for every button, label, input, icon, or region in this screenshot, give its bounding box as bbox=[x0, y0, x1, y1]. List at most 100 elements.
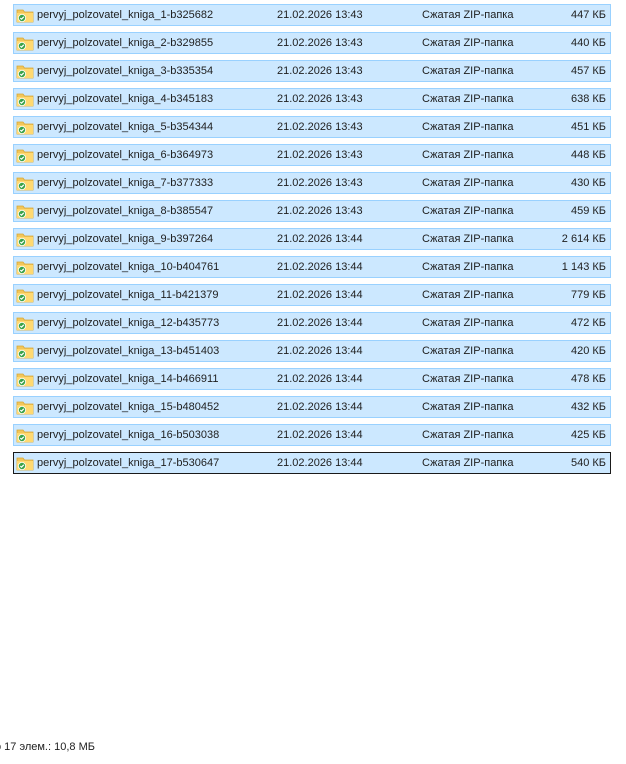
file-size: 457 КБ bbox=[570, 65, 606, 77]
file-row[interactable]: pervyj_polzovatel_kniga_3-b335354 21.02.… bbox=[13, 60, 611, 82]
file-date-modified: 21.02.2026 13:43 bbox=[277, 9, 363, 21]
file-name: pervyj_polzovatel_kniga_10-b404761 bbox=[37, 261, 220, 273]
file-type: Сжатая ZIP-папка bbox=[422, 9, 514, 21]
file-type: Сжатая ZIP-папка bbox=[422, 373, 514, 385]
file-date-modified: 21.02.2026 13:44 bbox=[277, 345, 363, 357]
file-type: Сжатая ZIP-папка bbox=[422, 429, 514, 441]
file-size: 451 КБ bbox=[570, 121, 606, 133]
file-row[interactable]: pervyj_polzovatel_kniga_12-b435773 21.02… bbox=[13, 312, 611, 334]
file-date-modified: 21.02.2026 13:43 bbox=[277, 177, 363, 189]
file-size: 478 КБ bbox=[570, 373, 606, 385]
file-type: Сжатая ZIP-папка bbox=[422, 65, 514, 77]
file-date-modified: 21.02.2026 13:44 bbox=[277, 457, 363, 469]
file-date-modified: 21.02.2026 13:43 bbox=[277, 205, 363, 217]
zip-folder-icon bbox=[16, 344, 34, 359]
file-row[interactable]: pervyj_polzovatel_kniga_15-b480452 21.02… bbox=[13, 396, 611, 418]
file-row[interactable]: pervyj_polzovatel_kniga_10-b404761 21.02… bbox=[13, 256, 611, 278]
file-row[interactable]: pervyj_polzovatel_kniga_8-b385547 21.02.… bbox=[13, 200, 611, 222]
file-row[interactable]: pervyj_polzovatel_kniga_9-b397264 21.02.… bbox=[13, 228, 611, 250]
file-date-modified: 21.02.2026 13:43 bbox=[277, 93, 363, 105]
file-list: pervyj_polzovatel_kniga_1-b325682 21.02.… bbox=[13, 4, 611, 480]
file-name: pervyj_polzovatel_kniga_9-b397264 bbox=[37, 233, 214, 245]
zip-folder-icon bbox=[16, 400, 34, 415]
file-type: Сжатая ZIP-папка bbox=[422, 289, 514, 301]
file-date-modified: 21.02.2026 13:44 bbox=[277, 289, 363, 301]
file-size: 779 КБ bbox=[570, 289, 606, 301]
file-name: pervyj_polzovatel_kniga_13-b451403 bbox=[37, 345, 220, 357]
file-type: Сжатая ZIP-папка bbox=[422, 457, 514, 469]
file-type: Сжатая ZIP-папка bbox=[422, 93, 514, 105]
file-size: 448 КБ bbox=[570, 149, 606, 161]
file-name: pervyj_polzovatel_kniga_15-b480452 bbox=[37, 401, 220, 413]
file-name: pervyj_polzovatel_kniga_7-b377333 bbox=[37, 177, 214, 189]
file-date-modified: 21.02.2026 13:44 bbox=[277, 429, 363, 441]
file-row[interactable]: pervyj_polzovatel_kniga_4-b345183 21.02.… bbox=[13, 88, 611, 110]
file-name: pervyj_polzovatel_kniga_6-b364973 bbox=[37, 149, 214, 161]
zip-folder-icon bbox=[16, 92, 34, 107]
status-bar: о 17 элем.: 10,8 МБ bbox=[0, 735, 626, 764]
file-type: Сжатая ZIP-папка bbox=[422, 261, 514, 273]
file-type: Сжатая ZIP-папка bbox=[422, 37, 514, 49]
file-size: 430 КБ bbox=[570, 177, 606, 189]
zip-folder-icon bbox=[16, 8, 34, 23]
zip-folder-icon bbox=[16, 288, 34, 303]
file-name: pervyj_polzovatel_kniga_5-b354344 bbox=[37, 121, 214, 133]
file-size: 420 КБ bbox=[570, 345, 606, 357]
file-name: pervyj_polzovatel_kniga_1-b325682 bbox=[37, 9, 214, 21]
file-size: 459 КБ bbox=[570, 205, 606, 217]
zip-folder-icon bbox=[16, 316, 34, 331]
file-date-modified: 21.02.2026 13:43 bbox=[277, 149, 363, 161]
file-date-modified: 21.02.2026 13:44 bbox=[277, 261, 363, 273]
zip-folder-icon bbox=[16, 120, 34, 135]
file-name: pervyj_polzovatel_kniga_12-b435773 bbox=[37, 317, 220, 329]
file-name: pervyj_polzovatel_kniga_4-b345183 bbox=[37, 93, 214, 105]
file-row[interactable]: pervyj_polzovatel_kniga_1-b325682 21.02.… bbox=[13, 4, 611, 26]
zip-folder-icon bbox=[16, 372, 34, 387]
file-row[interactable]: pervyj_polzovatel_kniga_14-b466911 21.02… bbox=[13, 368, 611, 390]
zip-folder-icon bbox=[16, 260, 34, 275]
file-name: pervyj_polzovatel_kniga_8-b385547 bbox=[37, 205, 214, 217]
zip-folder-icon bbox=[16, 428, 34, 443]
file-name: pervyj_polzovatel_kniga_2-b329855 bbox=[37, 37, 214, 49]
file-name: pervyj_polzovatel_kniga_16-b503038 bbox=[37, 429, 220, 441]
zip-folder-icon bbox=[16, 176, 34, 191]
file-type: Сжатая ZIP-папка bbox=[422, 205, 514, 217]
file-row[interactable]: pervyj_polzovatel_kniga_16-b503038 21.02… bbox=[13, 424, 611, 446]
file-date-modified: 21.02.2026 13:43 bbox=[277, 65, 363, 77]
file-date-modified: 21.02.2026 13:44 bbox=[277, 317, 363, 329]
file-row[interactable]: pervyj_polzovatel_kniga_5-b354344 21.02.… bbox=[13, 116, 611, 138]
file-name: pervyj_polzovatel_kniga_17-b530647 bbox=[37, 457, 220, 469]
file-name: pervyj_polzovatel_kniga_14-b466911 bbox=[37, 373, 219, 385]
file-date-modified: 21.02.2026 13:43 bbox=[277, 121, 363, 133]
file-size: 540 КБ bbox=[570, 457, 606, 469]
zip-folder-icon bbox=[16, 36, 34, 51]
file-row[interactable]: pervyj_polzovatel_kniga_2-b329855 21.02.… bbox=[13, 32, 611, 54]
file-row[interactable]: pervyj_polzovatel_kniga_6-b364973 21.02.… bbox=[13, 144, 611, 166]
file-row[interactable]: pervyj_polzovatel_kniga_11-b421379 21.02… bbox=[13, 284, 611, 306]
zip-folder-icon bbox=[16, 456, 34, 471]
selection-summary: о 17 элем.: 10,8 МБ bbox=[0, 741, 95, 753]
file-date-modified: 21.02.2026 13:43 bbox=[277, 37, 363, 49]
file-row-focused[interactable]: pervyj_polzovatel_kniga_17-b530647 21.02… bbox=[13, 452, 611, 474]
file-date-modified: 21.02.2026 13:44 bbox=[277, 373, 363, 385]
file-type: Сжатая ZIP-папка bbox=[422, 233, 514, 245]
file-type: Сжатая ZIP-папка bbox=[422, 149, 514, 161]
file-size: 1 143 КБ bbox=[561, 261, 606, 273]
file-size: 472 КБ bbox=[570, 317, 606, 329]
file-row[interactable]: pervyj_polzovatel_kniga_13-b451403 21.02… bbox=[13, 340, 611, 362]
zip-folder-icon bbox=[16, 148, 34, 163]
file-size: 425 КБ bbox=[570, 429, 606, 441]
file-size: 447 КБ bbox=[570, 9, 606, 21]
file-date-modified: 21.02.2026 13:44 bbox=[277, 233, 363, 245]
zip-folder-icon bbox=[16, 64, 34, 79]
file-size: 440 КБ bbox=[570, 37, 606, 49]
file-row[interactable]: pervyj_polzovatel_kniga_7-b377333 21.02.… bbox=[13, 172, 611, 194]
file-date-modified: 21.02.2026 13:44 bbox=[277, 401, 363, 413]
file-size: 2 614 КБ bbox=[561, 233, 606, 245]
file-type: Сжатая ZIP-папка bbox=[422, 317, 514, 329]
zip-folder-icon bbox=[16, 232, 34, 247]
file-type: Сжатая ZIP-папка bbox=[422, 345, 514, 357]
file-name: pervyj_polzovatel_kniga_11-b421379 bbox=[37, 289, 219, 301]
file-name: pervyj_polzovatel_kniga_3-b335354 bbox=[37, 65, 214, 77]
file-size: 432 КБ bbox=[570, 401, 606, 413]
